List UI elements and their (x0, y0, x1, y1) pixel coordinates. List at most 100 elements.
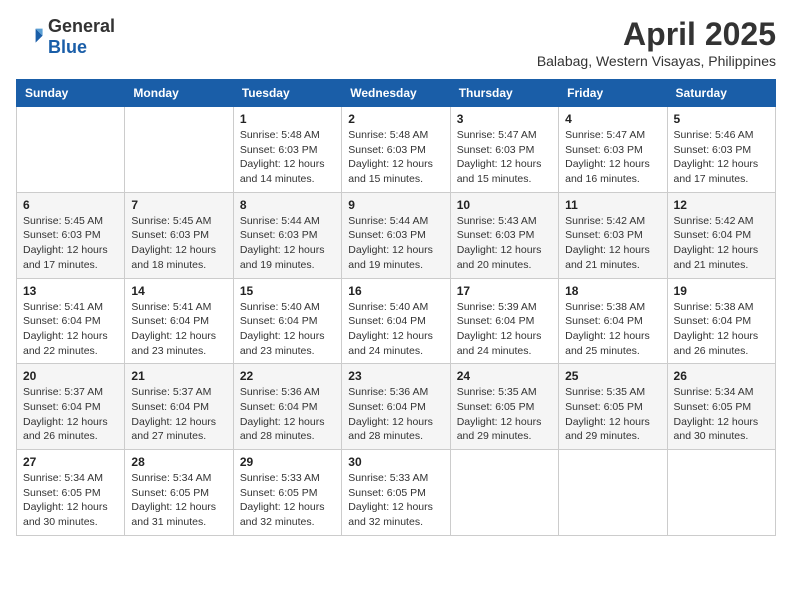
day-number: 7 (131, 198, 226, 212)
location-title: Balabag, Western Visayas, Philippines (537, 53, 776, 69)
day-number: 1 (240, 112, 335, 126)
logo-general: General (48, 16, 115, 36)
calendar-cell (17, 107, 125, 193)
calendar-cell: 6 Sunrise: 5:45 AMSunset: 6:03 PMDaylight… (17, 192, 125, 278)
day-info: Sunrise: 5:37 AMSunset: 6:04 PMDaylight:… (23, 385, 118, 444)
day-info: Sunrise: 5:34 AMSunset: 6:05 PMDaylight:… (674, 385, 769, 444)
column-header-sunday: Sunday (17, 80, 125, 107)
month-title: April 2025 (537, 16, 776, 53)
column-header-monday: Monday (125, 80, 233, 107)
calendar-cell: 22 Sunrise: 5:36 AMSunset: 6:04 PMDayligh… (233, 364, 341, 450)
calendar-cell: 15 Sunrise: 5:40 AMSunset: 6:04 PMDayligh… (233, 278, 341, 364)
calendar-cell: 29Sunrise: 5:33 AMSunset: 6:05 PMDayligh… (233, 450, 341, 536)
day-number: 28 (131, 455, 226, 469)
calendar-cell: 18 Sunrise: 5:38 AMSunset: 6:04 PMDayligh… (559, 278, 667, 364)
column-header-friday: Friday (559, 80, 667, 107)
day-info: Sunrise: 5:38 AMSunset: 6:04 PMDaylight:… (565, 300, 660, 359)
day-info: Sunrise: 5:40 AMSunset: 6:04 PMDaylight:… (348, 300, 443, 359)
calendar-cell: 24 Sunrise: 5:35 AMSunset: 6:05 PMDayligh… (450, 364, 558, 450)
column-header-wednesday: Wednesday (342, 80, 450, 107)
day-number: 16 (348, 284, 443, 298)
day-info: Sunrise: 5:42 AMSunset: 6:04 PMDaylight:… (674, 214, 769, 273)
logo-icon (16, 23, 44, 51)
day-number: 10 (457, 198, 552, 212)
calendar-cell: 17Sunrise: 5:39 AMSunset: 6:04 PMDayligh… (450, 278, 558, 364)
week-row-5: 27Sunrise: 5:34 AMSunset: 6:05 PMDayligh… (17, 450, 776, 536)
week-row-4: 20Sunrise: 5:37 AMSunset: 6:04 PMDayligh… (17, 364, 776, 450)
calendar-cell: 2Sunrise: 5:48 AMSunset: 6:03 PMDaylight… (342, 107, 450, 193)
week-row-1: 1 Sunrise: 5:48 AMSunset: 6:03 PMDaylight… (17, 107, 776, 193)
calendar-cell: 25Sunrise: 5:35 AMSunset: 6:05 PMDayligh… (559, 364, 667, 450)
calendar-cell: 16 Sunrise: 5:40 AMSunset: 6:04 PMDayligh… (342, 278, 450, 364)
day-info: Sunrise: 5:41 AMSunset: 6:04 PMDaylight:… (131, 300, 226, 359)
day-number: 3 (457, 112, 552, 126)
day-info: Sunrise: 5:36 AMSunset: 6:04 PMDaylight:… (348, 385, 443, 444)
calendar-cell (450, 450, 558, 536)
calendar-cell: 1 Sunrise: 5:48 AMSunset: 6:03 PMDaylight… (233, 107, 341, 193)
calendar-cell: 21 Sunrise: 5:37 AMSunset: 6:04 PMDayligh… (125, 364, 233, 450)
day-info: Sunrise: 5:35 AMSunset: 6:05 PMDaylight:… (565, 385, 660, 444)
calendar-cell (125, 107, 233, 193)
logo-blue: Blue (48, 37, 87, 57)
day-info: Sunrise: 5:38 AMSunset: 6:04 PMDaylight:… (674, 300, 769, 359)
day-info: Sunrise: 5:46 AMSunset: 6:03 PMDaylight:… (674, 128, 769, 187)
day-number: 11 (565, 198, 660, 212)
day-number: 30 (348, 455, 443, 469)
day-info: Sunrise: 5:47 AMSunset: 6:03 PMDaylight:… (457, 128, 552, 187)
day-info: Sunrise: 5:36 AMSunset: 6:04 PMDaylight:… (240, 385, 335, 444)
day-number: 22 (240, 369, 335, 383)
calendar-cell: 3 Sunrise: 5:47 AMSunset: 6:03 PMDaylight… (450, 107, 558, 193)
calendar-cell: 20Sunrise: 5:37 AMSunset: 6:04 PMDayligh… (17, 364, 125, 450)
day-number: 18 (565, 284, 660, 298)
day-number: 5 (674, 112, 769, 126)
day-number: 17 (457, 284, 552, 298)
day-number: 21 (131, 369, 226, 383)
calendar-cell: 4 Sunrise: 5:47 AMSunset: 6:03 PMDaylight… (559, 107, 667, 193)
calendar-cell: 8 Sunrise: 5:44 AMSunset: 6:03 PMDaylight… (233, 192, 341, 278)
day-info: Sunrise: 5:34 AMSunset: 6:05 PMDaylight:… (131, 471, 226, 530)
calendar-cell: 7 Sunrise: 5:45 AMSunset: 6:03 PMDaylight… (125, 192, 233, 278)
calendar-cell: 30 Sunrise: 5:33 AMSunset: 6:05 PMDayligh… (342, 450, 450, 536)
day-info: Sunrise: 5:33 AMSunset: 6:05 PMDaylight:… (348, 471, 443, 530)
day-number: 12 (674, 198, 769, 212)
page-header: General Blue April 2025 Balabag, Western… (16, 16, 776, 69)
day-number: 24 (457, 369, 552, 383)
day-number: 15 (240, 284, 335, 298)
calendar-cell: 12 Sunrise: 5:42 AMSunset: 6:04 PMDayligh… (667, 192, 775, 278)
calendar-cell: 19Sunrise: 5:38 AMSunset: 6:04 PMDayligh… (667, 278, 775, 364)
logo-text: General Blue (48, 16, 115, 58)
calendar-cell: 26 Sunrise: 5:34 AMSunset: 6:05 PMDayligh… (667, 364, 775, 450)
calendar-cell: 11Sunrise: 5:42 AMSunset: 6:03 PMDayligh… (559, 192, 667, 278)
calendar-cell: 5 Sunrise: 5:46 AMSunset: 6:03 PMDaylight… (667, 107, 775, 193)
week-row-3: 13Sunrise: 5:41 AMSunset: 6:04 PMDayligh… (17, 278, 776, 364)
calendar-header-row: SundayMondayTuesdayWednesdayThursdayFrid… (17, 80, 776, 107)
day-info: Sunrise: 5:48 AMSunset: 6:03 PMDaylight:… (240, 128, 335, 187)
calendar-cell: 27Sunrise: 5:34 AMSunset: 6:05 PMDayligh… (17, 450, 125, 536)
day-info: Sunrise: 5:43 AMSunset: 6:03 PMDaylight:… (457, 214, 552, 273)
column-header-thursday: Thursday (450, 80, 558, 107)
column-header-saturday: Saturday (667, 80, 775, 107)
day-number: 26 (674, 369, 769, 383)
calendar-cell: 14 Sunrise: 5:41 AMSunset: 6:04 PMDayligh… (125, 278, 233, 364)
day-info: Sunrise: 5:44 AMSunset: 6:03 PMDaylight:… (240, 214, 335, 273)
title-block: April 2025 Balabag, Western Visayas, Phi… (537, 16, 776, 69)
day-number: 4 (565, 112, 660, 126)
day-number: 14 (131, 284, 226, 298)
day-info: Sunrise: 5:40 AMSunset: 6:04 PMDaylight:… (240, 300, 335, 359)
day-number: 8 (240, 198, 335, 212)
calendar-cell: 13Sunrise: 5:41 AMSunset: 6:04 PMDayligh… (17, 278, 125, 364)
column-header-tuesday: Tuesday (233, 80, 341, 107)
calendar-cell (667, 450, 775, 536)
day-number: 6 (23, 198, 118, 212)
day-info: Sunrise: 5:35 AMSunset: 6:05 PMDaylight:… (457, 385, 552, 444)
calendar-cell: 9Sunrise: 5:44 AMSunset: 6:03 PMDaylight… (342, 192, 450, 278)
day-info: Sunrise: 5:34 AMSunset: 6:05 PMDaylight:… (23, 471, 118, 530)
calendar-cell: 23Sunrise: 5:36 AMSunset: 6:04 PMDayligh… (342, 364, 450, 450)
day-info: Sunrise: 5:45 AMSunset: 6:03 PMDaylight:… (131, 214, 226, 273)
day-number: 29 (240, 455, 335, 469)
day-info: Sunrise: 5:41 AMSunset: 6:04 PMDaylight:… (23, 300, 118, 359)
day-info: Sunrise: 5:45 AMSunset: 6:03 PMDaylight:… (23, 214, 118, 273)
day-info: Sunrise: 5:47 AMSunset: 6:03 PMDaylight:… (565, 128, 660, 187)
calendar-cell: 10 Sunrise: 5:43 AMSunset: 6:03 PMDayligh… (450, 192, 558, 278)
day-info: Sunrise: 5:37 AMSunset: 6:04 PMDaylight:… (131, 385, 226, 444)
